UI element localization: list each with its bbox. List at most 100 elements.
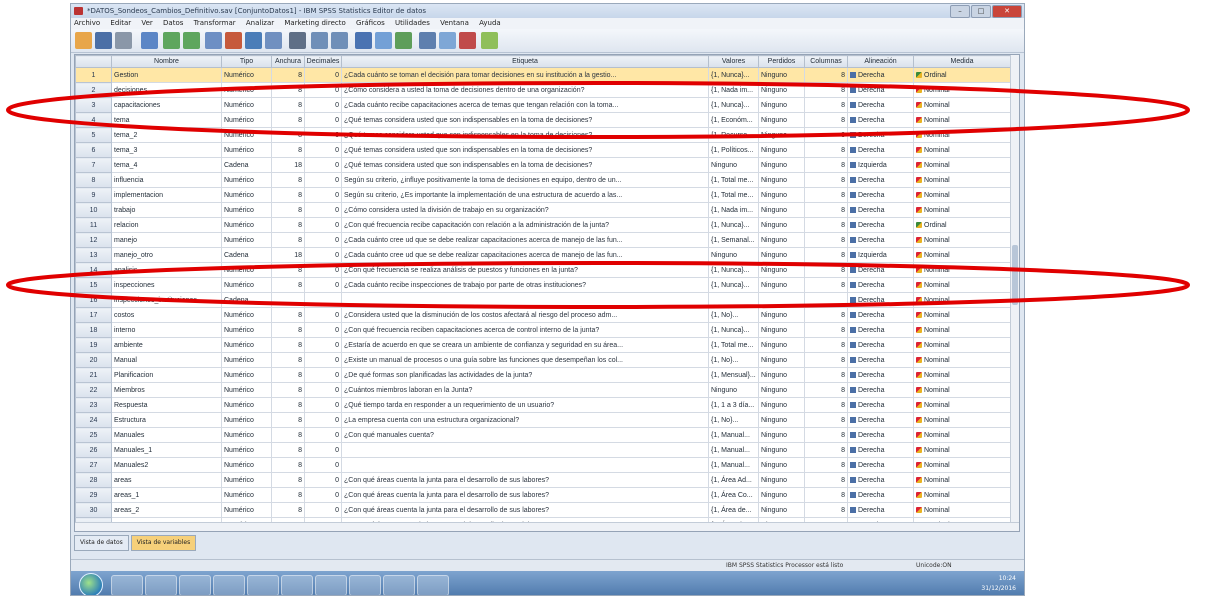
etiqueta-cell[interactable]: ¿Estaría de acuerdo en que se creara un … xyxy=(341,337,709,353)
decimales-cell[interactable]: 0 xyxy=(304,322,342,338)
medida-cell[interactable]: Nominal xyxy=(913,472,1011,488)
nombre-cell[interactable]: areas_1 xyxy=(111,487,222,503)
table-row[interactable]: 11 relacion Numérico 8 0 ¿Con qué frecuencia … xyxy=(75,217,1011,233)
valores-cell[interactable]: {1, No}... xyxy=(708,412,759,428)
table-row[interactable]: 2 decisiones Numérico 8 0 ¿Cómo considera a u… xyxy=(75,82,1011,98)
tipo-cell[interactable]: Cadena xyxy=(221,157,272,173)
table-row[interactable]: 14 analisis Numérico 8 0 ¿Con qué frecuencia … xyxy=(75,262,1011,278)
row-number[interactable]: 17 xyxy=(75,307,112,323)
columnas-cell[interactable]: 8 xyxy=(804,322,848,338)
nombre-cell[interactable]: trabajo xyxy=(111,202,222,218)
value-labels-icon[interactable] xyxy=(419,32,436,49)
alineacion-cell[interactable]: Derecha xyxy=(847,502,914,518)
anchura-cell[interactable]: 8 xyxy=(271,202,305,218)
medida-cell[interactable]: Nominal xyxy=(913,232,1011,248)
anchura-cell[interactable]: 8 xyxy=(271,82,305,98)
perdidos-cell[interactable]: Ninguno xyxy=(758,322,805,338)
valores-cell[interactable]: {1, No}... xyxy=(708,352,759,368)
header-anchura[interactable]: Anchura xyxy=(271,55,305,68)
alineacion-cell[interactable]: Derecha xyxy=(847,307,914,323)
nombre-cell[interactable]: interno xyxy=(111,322,222,338)
row-number[interactable]: 28 xyxy=(75,472,112,488)
tipo-cell[interactable]: Numérico xyxy=(221,142,272,158)
nombre-cell[interactable]: areas_2 xyxy=(111,502,222,518)
alineacion-cell[interactable]: Derecha xyxy=(847,352,914,368)
medida-cell[interactable]: Nominal xyxy=(913,262,1011,278)
anchura-cell[interactable]: 8 xyxy=(271,262,305,278)
valores-cell[interactable]: Ninguno xyxy=(708,247,759,263)
find-icon[interactable] xyxy=(289,32,306,49)
decimales-cell[interactable]: 0 xyxy=(304,337,342,353)
columnas-cell[interactable]: 8 xyxy=(804,127,848,143)
decimales-cell[interactable]: 0 xyxy=(304,67,342,83)
tipo-cell[interactable]: Numérico xyxy=(221,187,272,203)
table-row[interactable]: 22 Miembros Numérico 8 0 ¿Cuántos miembros la… xyxy=(75,382,1011,398)
alineacion-cell[interactable]: Derecha xyxy=(847,412,914,428)
anchura-cell[interactable]: 8 xyxy=(271,322,305,338)
columnas-cell[interactable]: 8 xyxy=(804,367,848,383)
valores-cell[interactable]: {1, Mensual}... xyxy=(708,367,759,383)
tipo-cell[interactable]: Numérico xyxy=(221,487,272,503)
columnas-cell[interactable]: 8 xyxy=(804,427,848,443)
medida-cell[interactable]: Nominal xyxy=(913,187,1011,203)
medida-cell[interactable]: Nominal xyxy=(913,112,1011,128)
tipo-cell[interactable]: Numérico xyxy=(221,112,272,128)
row-number[interactable]: 26 xyxy=(75,442,112,458)
medida-cell[interactable]: Ordinal xyxy=(913,67,1011,83)
perdidos-cell[interactable]: Ninguno xyxy=(758,337,805,353)
tipo-cell[interactable]: Numérico xyxy=(221,97,272,113)
valores-cell[interactable]: {1, Nunca}... xyxy=(708,67,759,83)
etiqueta-cell[interactable]: ¿Qué temas considera usted que son indis… xyxy=(341,142,709,158)
nombre-cell[interactable]: costos xyxy=(111,307,222,323)
medida-cell[interactable]: Nominal xyxy=(913,277,1011,293)
valores-cell[interactable]: {1, Nunca}... xyxy=(708,217,759,233)
perdidos-cell[interactable]: Ninguno xyxy=(758,232,805,248)
decimales-cell[interactable]: 0 xyxy=(304,112,342,128)
select-cases-icon[interactable] xyxy=(395,32,412,49)
decimales-cell[interactable]: 0 xyxy=(304,277,342,293)
alineacion-cell[interactable]: Derecha xyxy=(847,217,914,233)
nombre-cell[interactable]: Manuales xyxy=(111,427,222,443)
open-icon[interactable] xyxy=(75,32,92,49)
alineacion-cell[interactable]: Derecha xyxy=(847,97,914,113)
nombre-cell[interactable]: relacion xyxy=(111,217,222,233)
columnas-cell[interactable]: 8 xyxy=(804,397,848,413)
etiqueta-cell[interactable]: ¿Qué tiempo tarda en responder a un requ… xyxy=(341,397,709,413)
nombre-cell[interactable]: manejo_otro xyxy=(111,247,222,263)
table-row[interactable]: 29 areas_1 Numérico 8 0 ¿Con qué áreas cuenta… xyxy=(75,487,1011,503)
insert-variable-icon[interactable] xyxy=(331,32,348,49)
row-number[interactable]: 4 xyxy=(75,112,112,128)
row-number[interactable]: 29 xyxy=(75,487,112,503)
valores-cell[interactable]: {1, Área Ad... xyxy=(708,472,759,488)
nombre-cell[interactable]: inspecciones_instituciones xyxy=(111,292,222,308)
alineacion-cell[interactable]: Derecha xyxy=(847,382,914,398)
alineacion-cell[interactable]: Derecha xyxy=(847,142,914,158)
decimales-cell[interactable]: 0 xyxy=(304,472,342,488)
valores-cell[interactable]: {1, Nunca}... xyxy=(708,262,759,278)
medida-cell[interactable]: Nominal xyxy=(913,172,1011,188)
valores-cell[interactable]: {1, Total me... xyxy=(708,187,759,203)
file-explorer-icon[interactable] xyxy=(145,575,177,595)
decimales-cell[interactable]: 0 xyxy=(304,172,342,188)
decimales-cell[interactable]: 0 xyxy=(304,352,342,368)
anchura-cell[interactable]: 8 xyxy=(271,127,305,143)
medida-cell[interactable]: Nominal xyxy=(913,307,1011,323)
table-row[interactable]: 24 Estructura Numérico 8 0 ¿La empresa cuenta… xyxy=(75,412,1011,428)
medida-cell[interactable]: Nominal xyxy=(913,442,1011,458)
etiqueta-cell[interactable]: ¿Con qué frecuencia se realiza análisis … xyxy=(341,262,709,278)
nombre-cell[interactable]: inspecciones xyxy=(111,277,222,293)
etiqueta-cell[interactable]: ¿Con qué áreas cuenta la junta para el d… xyxy=(341,502,709,518)
columnas-cell[interactable]: 8 xyxy=(804,67,848,83)
media-player-icon[interactable] xyxy=(213,575,245,595)
table-row[interactable]: 16 inspecciones_instituciones Cadena Derech… xyxy=(75,292,1011,308)
medida-cell[interactable]: Nominal xyxy=(913,157,1011,173)
anchura-cell[interactable]: 8 xyxy=(271,232,305,248)
etiqueta-cell[interactable]: ¿Con qué manuales cuenta? xyxy=(341,427,709,443)
row-number[interactable]: 21 xyxy=(75,367,112,383)
dialog-recall-icon[interactable] xyxy=(141,32,158,49)
anchura-cell[interactable]: 8 xyxy=(271,472,305,488)
tipo-cell[interactable]: Numérico xyxy=(221,82,272,98)
table-row[interactable]: 12 manejo Numérico 8 0 ¿Cada cuánto cree ud q… xyxy=(75,232,1011,248)
valores-cell[interactable]: {1, Manual... xyxy=(708,457,759,473)
row-number[interactable]: 3 xyxy=(75,97,112,113)
